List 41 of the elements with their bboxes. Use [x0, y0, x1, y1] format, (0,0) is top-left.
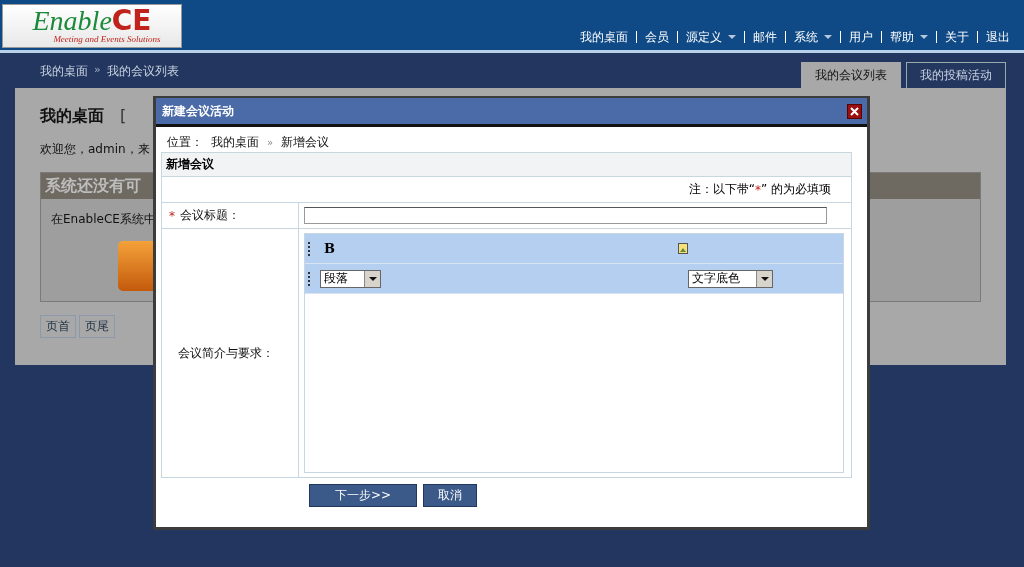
- nav-link[interactable]: 我的桌面: [572, 31, 636, 43]
- pager-button[interactable]: 页首: [40, 315, 76, 338]
- bracket-text: [: [120, 106, 127, 125]
- nav-link[interactable]: 关于: [936, 31, 977, 43]
- nav-link[interactable]: 用户: [840, 31, 881, 43]
- welcome-text: 欢迎您，admin，来: [40, 141, 150, 158]
- breadcrumb-link[interactable]: 我的桌面: [40, 63, 88, 80]
- nav-link[interactable]: 帮助: [881, 31, 936, 43]
- grip-icon: [308, 241, 312, 256]
- dialog-title: 新建会议活动: [162, 102, 234, 120]
- field-label: 会议标题：: [180, 207, 240, 224]
- pager-button[interactable]: 页尾: [79, 315, 115, 338]
- field-label: 会议简介与要求：: [178, 344, 274, 362]
- location-label: 位置：: [167, 133, 203, 151]
- tab[interactable]: 我的投稿活动: [906, 62, 1006, 88]
- rich-text-editor[interactable]: B 段落 文字底色: [304, 233, 844, 473]
- tab[interactable]: 我的会议列表: [801, 62, 901, 88]
- nav-link[interactable]: 会员: [636, 31, 677, 43]
- nav-link[interactable]: 退出: [977, 31, 1018, 43]
- close-icon[interactable]: [847, 103, 862, 119]
- required-note: 注：以下带“*” 的为必填项: [162, 177, 851, 203]
- next-button[interactable]: 下一步>>: [309, 484, 417, 507]
- nav-link[interactable]: 邮件: [744, 31, 785, 43]
- required-icon: *: [169, 208, 175, 223]
- page-title: 我的桌面: [40, 106, 104, 127]
- breadcrumb-link[interactable]: 我的桌面: [211, 133, 259, 151]
- format-select[interactable]: 文字底色: [688, 269, 773, 288]
- nav-link[interactable]: 源定义: [677, 31, 744, 43]
- logo[interactable]: EnableCE Meeting and Events Solutions: [2, 4, 182, 48]
- breadcrumb-separator: »: [267, 136, 274, 148]
- breadcrumb-current: 新增会议: [281, 133, 330, 151]
- breadcrumb-link[interactable]: 我的会议列表: [106, 63, 179, 80]
- breadcrumb-separator: »: [94, 63, 101, 78]
- section-header: 新增会议: [162, 153, 851, 177]
- format-select[interactable]: 段落: [320, 269, 381, 288]
- bold-button[interactable]: B: [320, 241, 339, 256]
- title-field[interactable]: [304, 207, 827, 224]
- nav-link[interactable]: 系统: [785, 31, 840, 43]
- image-icon[interactable]: [678, 243, 688, 254]
- grip-icon: [308, 271, 312, 286]
- cancel-button[interactable]: 取消: [423, 484, 477, 507]
